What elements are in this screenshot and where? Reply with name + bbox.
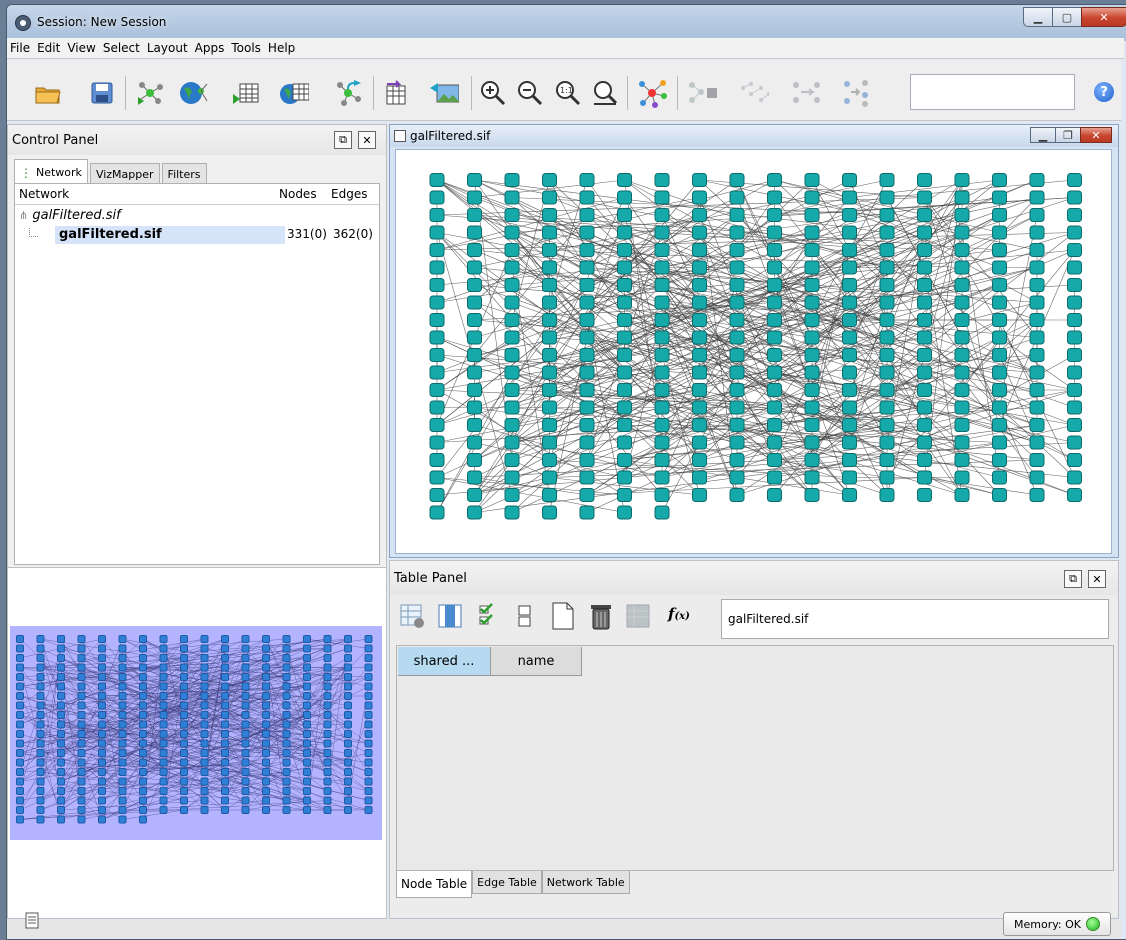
minimize-button[interactable]: ▁ — [1023, 7, 1053, 27]
menu-edit[interactable]: Edit — [37, 41, 60, 55]
view-restore-button[interactable]: ❐ — [1055, 127, 1081, 143]
help-icon[interactable]: ? — [1094, 82, 1114, 102]
zoom-fit-icon[interactable] — [590, 78, 620, 108]
tab-network-table[interactable]: Network Table — [541, 871, 630, 894]
select-path-icon[interactable] — [841, 78, 871, 108]
column-header-name[interactable]: name — [491, 647, 582, 676]
import-table-url-icon[interactable] — [279, 78, 309, 108]
col-nodes[interactable]: Nodes — [275, 187, 327, 201]
network-tree: Network Nodes Edges ⋔ galFiltered.sif ga… — [14, 183, 380, 565]
memory-status-label: Memory: OK — [1013, 917, 1081, 931]
col-network[interactable]: Network — [15, 187, 275, 201]
network-tab-icon: ⋮ — [20, 165, 32, 180]
table-network-selector[interactable]: galFiltered.sif — [721, 599, 1109, 639]
birds-eye-view[interactable] — [7, 567, 387, 919]
network-graph — [429, 173, 1082, 520]
network-tree-icon: ⋔ — [19, 209, 29, 222]
hide-selected-icon[interactable] — [739, 78, 769, 108]
deselect-columns-icon[interactable] — [516, 603, 534, 632]
toolbar: 1:1 ? — [7, 60, 1121, 121]
control-panel-title: Control Panel — [12, 132, 99, 148]
tab-filters-label: Filters — [167, 168, 201, 181]
tab-vizmapper[interactable]: VizMapper — [89, 163, 160, 185]
zoom-in-icon[interactable] — [478, 78, 508, 108]
view-close-button[interactable]: ✕ — [1080, 127, 1112, 143]
table-panel-title: Table Panel — [394, 570, 467, 586]
tab-network-label: Network — [36, 166, 82, 179]
network-view-icon — [394, 130, 406, 142]
svg-text:1:1: 1:1 — [560, 86, 573, 95]
new-column-icon[interactable] — [550, 601, 576, 634]
export-table-icon[interactable] — [383, 78, 413, 108]
tab-network[interactable]: ⋮ Network — [14, 159, 88, 185]
float-panel-icon[interactable]: ⧉ — [334, 131, 352, 149]
tab-filters[interactable]: Filters — [161, 163, 207, 185]
status-bar: Memory: OK — [7, 912, 1121, 938]
network-root[interactable]: ⋔ galFiltered.sif — [19, 208, 121, 223]
menu-layout[interactable]: Layout — [147, 41, 188, 55]
network-canvas[interactable] — [395, 149, 1112, 554]
tab-node-table[interactable]: Node Table — [396, 871, 473, 898]
col-edges[interactable]: Edges — [327, 187, 377, 201]
menu-tools[interactable]: Tools — [231, 41, 261, 55]
first-neighbors-icon[interactable] — [687, 78, 717, 108]
network-analysis-icon[interactable] — [637, 78, 667, 108]
menu-help[interactable]: Help — [268, 41, 295, 55]
zoom-out-icon[interactable] — [515, 78, 545, 108]
export-network-icon[interactable] — [333, 78, 363, 108]
memory-status-button[interactable]: Memory: OK — [1003, 912, 1111, 936]
control-panel: Control Panel ⧉ ✕ ⋮ Network VizMapper Fi… — [7, 124, 387, 568]
zoom-actual-size-icon[interactable]: 1:1 — [553, 78, 583, 108]
export-image-icon[interactable] — [429, 78, 459, 108]
show-all-icon[interactable] — [791, 78, 821, 108]
network-row-name[interactable]: galFiltered.sif — [59, 227, 162, 242]
delete-column-icon[interactable] — [588, 601, 614, 634]
close-panel-icon[interactable]: ✕ — [358, 131, 376, 149]
menu-file[interactable]: File — [10, 41, 30, 55]
birds-eye-graph — [10, 626, 382, 840]
view-minimize-button[interactable]: ▁ — [1030, 127, 1056, 143]
table-panel: Table Panel ⧉ ✕ f(x) galFiltered.sif sha… — [389, 560, 1119, 919]
maximize-button[interactable]: ▢ — [1052, 7, 1082, 27]
menu-apps[interactable]: Apps — [195, 41, 225, 55]
network-view-title: galFiltered.sif — [410, 129, 491, 143]
menu-view[interactable]: View — [67, 41, 95, 55]
task-history-icon[interactable] — [25, 912, 39, 933]
open-session-icon[interactable] — [33, 78, 63, 108]
table-settings-icon[interactable] — [400, 603, 426, 632]
title-bar[interactable]: Session: New Session ▁ ▢ ✕ — [7, 5, 1126, 41]
save-session-icon[interactable] — [87, 78, 117, 108]
app-icon — [15, 15, 31, 31]
function-builder-icon[interactable]: f(x) — [668, 605, 690, 623]
close-table-panel-icon[interactable]: ✕ — [1088, 570, 1106, 588]
network-root-label: galFiltered.sif — [32, 208, 121, 223]
select-all-columns-icon[interactable] — [478, 603, 500, 632]
memory-ok-icon — [1086, 917, 1100, 931]
search-input[interactable] — [910, 74, 1075, 110]
tab-vizmapper-label: VizMapper — [95, 168, 154, 181]
network-view-window: galFiltered.sif ▁ ❐ ✕ — [389, 124, 1119, 558]
node-table[interactable]: shared ... name — [396, 645, 1114, 871]
network-row-nodes: 331(0) — [287, 227, 327, 241]
tab-edge-table[interactable]: Edge Table — [472, 871, 542, 894]
import-table-file-icon[interactable] — [231, 78, 261, 108]
import-network-file-icon[interactable] — [135, 78, 165, 108]
show-columns-icon[interactable] — [438, 603, 464, 632]
close-button[interactable]: ✕ — [1081, 7, 1126, 27]
network-row-edges: 362(0) — [333, 227, 373, 241]
menu-select[interactable]: Select — [103, 41, 140, 55]
menu-bar: File Edit View Select Layout Apps Tools … — [7, 38, 1124, 59]
float-table-panel-icon[interactable]: ⧉ — [1064, 570, 1082, 588]
link-table-icon[interactable] — [626, 603, 654, 632]
column-header-shared[interactable]: shared ... — [398, 647, 491, 676]
window-title: Session: New Session — [37, 15, 167, 29]
import-network-url-icon[interactable] — [179, 78, 209, 108]
